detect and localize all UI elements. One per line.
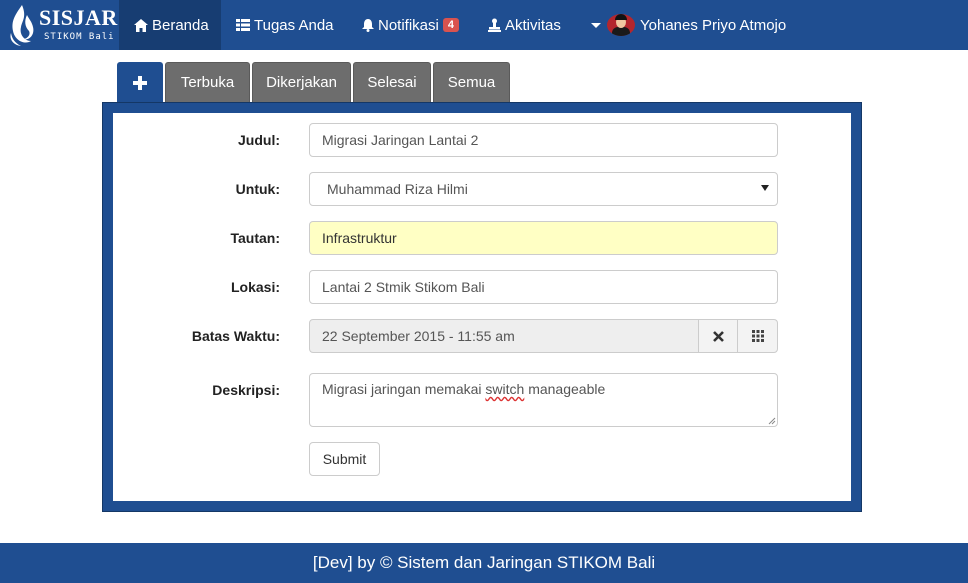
plus-icon bbox=[133, 75, 147, 90]
clear-date-button[interactable] bbox=[698, 319, 738, 353]
tab-new-task[interactable] bbox=[117, 62, 163, 102]
caret-down-icon bbox=[591, 22, 601, 28]
tab-label: Selesai bbox=[367, 74, 417, 91]
untuk-label: Untuk: bbox=[235, 181, 280, 197]
lokasi-label: Lokasi: bbox=[230, 279, 280, 295]
judul-label: Judul: bbox=[238, 132, 280, 148]
batas-waktu-input[interactable]: 22 September 2015 - 11:55 am bbox=[309, 319, 699, 353]
tautan-label: Tautan: bbox=[230, 230, 280, 246]
tautan-value: Infrastruktur bbox=[322, 230, 397, 246]
home-icon bbox=[134, 18, 148, 32]
avatar bbox=[607, 14, 635, 36]
bell-icon bbox=[362, 18, 374, 32]
calendar-button[interactable] bbox=[737, 319, 778, 353]
form-panel bbox=[102, 102, 862, 512]
top-navbar: SISJAR STIKOM Bali Beranda Tugas Anda No… bbox=[0, 0, 968, 50]
submit-button[interactable]: Submit bbox=[309, 442, 380, 476]
tab-terbuka[interactable]: Terbuka bbox=[165, 62, 250, 102]
user-menu[interactable]: Yohanes Priyo Atmojo bbox=[591, 0, 786, 50]
close-icon bbox=[712, 330, 724, 342]
lokasi-input[interactable]: Lantai 2 Stmik Stikom Bali bbox=[309, 270, 778, 304]
deskripsi-misspelled-word: switch bbox=[485, 381, 525, 397]
nav-label: Beranda bbox=[152, 16, 209, 34]
flame-logo-icon bbox=[10, 5, 34, 46]
footer: [Dev] by © Sistem dan Jaringan STIKOM Ba… bbox=[0, 543, 968, 583]
nav-notifikasi[interactable]: Notifikasi 4 bbox=[362, 0, 459, 50]
nav-label: Aktivitas bbox=[505, 16, 561, 34]
judul-input[interactable]: Migrasi Jaringan Lantai 2 bbox=[309, 123, 778, 157]
untuk-select[interactable]: Muhammad Riza Hilmi bbox=[309, 172, 778, 206]
batas-waktu-value: 22 September 2015 - 11:55 am bbox=[322, 328, 515, 344]
deskripsi-label: Deskripsi: bbox=[212, 382, 280, 398]
tab-label: Terbuka bbox=[180, 74, 235, 91]
tab-selesai[interactable]: Selesai bbox=[353, 62, 431, 102]
deskripsi-text-part1: Migrasi jaringan memakai bbox=[322, 381, 486, 397]
resize-grip-icon[interactable] bbox=[768, 417, 776, 425]
footer-text: [Dev] by © Sistem dan Jaringan STIKOM Ba… bbox=[312, 553, 656, 572]
brand-subtitle: STIKOM Bali bbox=[44, 32, 115, 42]
tab-label: Dikerjakan bbox=[266, 74, 337, 91]
nav-label: Notifikasi bbox=[378, 16, 439, 34]
dropdown-arrow-icon bbox=[761, 185, 769, 191]
lokasi-value: Lantai 2 Stmik Stikom Bali bbox=[322, 279, 485, 295]
batas-waktu-label: Batas Waktu: bbox=[191, 328, 280, 344]
nav-tugas-anda[interactable]: Tugas Anda bbox=[236, 0, 334, 50]
brand-title: SISJAR bbox=[39, 5, 118, 30]
nav-label: Tugas Anda bbox=[254, 16, 334, 34]
deskripsi-text-part2: manageable bbox=[524, 381, 606, 397]
stamp-icon bbox=[488, 18, 501, 32]
notification-count-badge: 4 bbox=[442, 18, 459, 32]
judul-value: Migrasi Jaringan Lantai 2 bbox=[322, 132, 479, 148]
table-icon bbox=[236, 19, 250, 31]
untuk-value: Muhammad Riza Hilmi bbox=[327, 181, 468, 197]
nav-beranda[interactable]: Beranda bbox=[119, 0, 221, 50]
deskripsi-textarea[interactable]: Migrasi jaringan memakai switch manageab… bbox=[309, 373, 778, 427]
tautan-input[interactable]: Infrastruktur bbox=[309, 221, 778, 255]
tab-label: Semua bbox=[447, 74, 496, 91]
brand-logo[interactable]: SISJAR STIKOM Bali bbox=[0, 0, 119, 50]
calendar-grid-icon bbox=[751, 330, 764, 342]
user-name: Yohanes Priyo Atmojo bbox=[640, 16, 787, 34]
nav-aktivitas[interactable]: Aktivitas bbox=[488, 0, 561, 50]
tab-dikerjakan[interactable]: Dikerjakan bbox=[252, 62, 351, 102]
tab-semua[interactable]: Semua bbox=[433, 62, 510, 102]
